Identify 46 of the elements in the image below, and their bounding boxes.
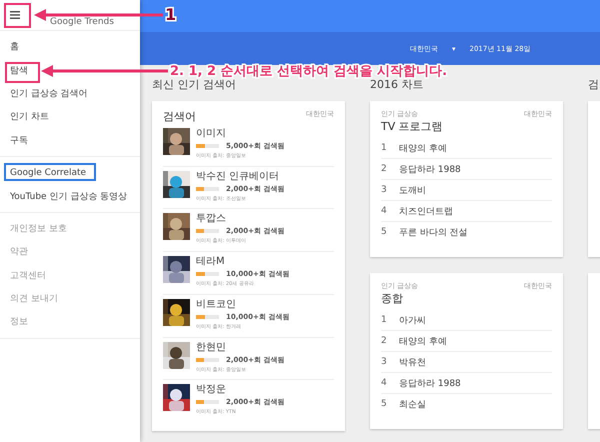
menu-icon[interactable]	[10, 11, 20, 19]
search-term[interactable]: 한현민	[196, 342, 284, 354]
section-heading: 최신 인기 검색어	[152, 78, 237, 91]
nav-item[interactable]: 인기 차트	[0, 105, 140, 129]
annotation-text: 2. 1, 2 순서대로 선택하여 검색을 시작합니다.	[170, 63, 448, 80]
rank-number: 1	[381, 315, 387, 325]
chart-entry[interactable]: 응답하라 1988	[399, 376, 461, 390]
chart-entry[interactable]: 최순실	[399, 398, 426, 410]
logo: Google Trends	[50, 17, 114, 27]
search-term[interactable]: 박수진 인큐베이터	[196, 170, 284, 183]
search-term[interactable]: 이미지	[196, 128, 284, 140]
highlight-frame	[5, 62, 40, 83]
rank-number: 1	[381, 143, 387, 153]
search-term[interactable]: 투깝스	[196, 213, 284, 226]
rank-number: 5	[381, 227, 387, 237]
highlight-frame	[4, 3, 31, 28]
chart-entry[interactable]: 푸른 바다의 전설	[399, 226, 468, 238]
rank-number: 2	[381, 164, 387, 174]
rank-number: 5	[381, 399, 387, 409]
chart-entry[interactable]: 아가씨	[399, 314, 426, 326]
card-title: 종합	[381, 291, 404, 306]
rank-number: 4	[381, 378, 387, 388]
rank-number: 3	[381, 357, 387, 367]
chart-entry[interactable]: 치즈인더트랩	[399, 204, 453, 218]
nav-item[interactable]: 인기 급상승 검색어	[0, 82, 140, 106]
nav-item[interactable]: YouTube 인기 급상승 동영상	[0, 184, 140, 208]
search-term[interactable]: 테라M	[196, 256, 290, 268]
rank-number: 2	[381, 336, 387, 346]
nav-item[interactable]: Google Correlate	[0, 160, 140, 184]
rank-number: 4	[381, 206, 387, 216]
chart-entry[interactable]: 태양의 후예	[399, 142, 447, 154]
nav-item[interactable]: 홈	[0, 35, 140, 58]
section-heading: 2016 차트	[370, 78, 424, 91]
chart-entry[interactable]: 태양의 후예	[399, 334, 447, 348]
search-term[interactable]: 비트코인	[196, 298, 290, 311]
chart-entry[interactable]: 도깨비	[399, 184, 426, 196]
chart-entry[interactable]: 박유천	[399, 356, 426, 368]
nav-item[interactable]: 탐색	[0, 58, 140, 82]
nav-item[interactable]: 구독	[0, 128, 140, 152]
chart-entry[interactable]: 응답하라 1988	[399, 162, 461, 176]
card-title: TV 프로그램	[381, 119, 444, 134]
annotation-text: 1	[165, 5, 176, 24]
search-term[interactable]: 박정운	[196, 384, 284, 396]
rank-number: 3	[381, 185, 387, 195]
section-heading: 검	[588, 77, 600, 91]
card-title: 검색어	[163, 109, 196, 124]
